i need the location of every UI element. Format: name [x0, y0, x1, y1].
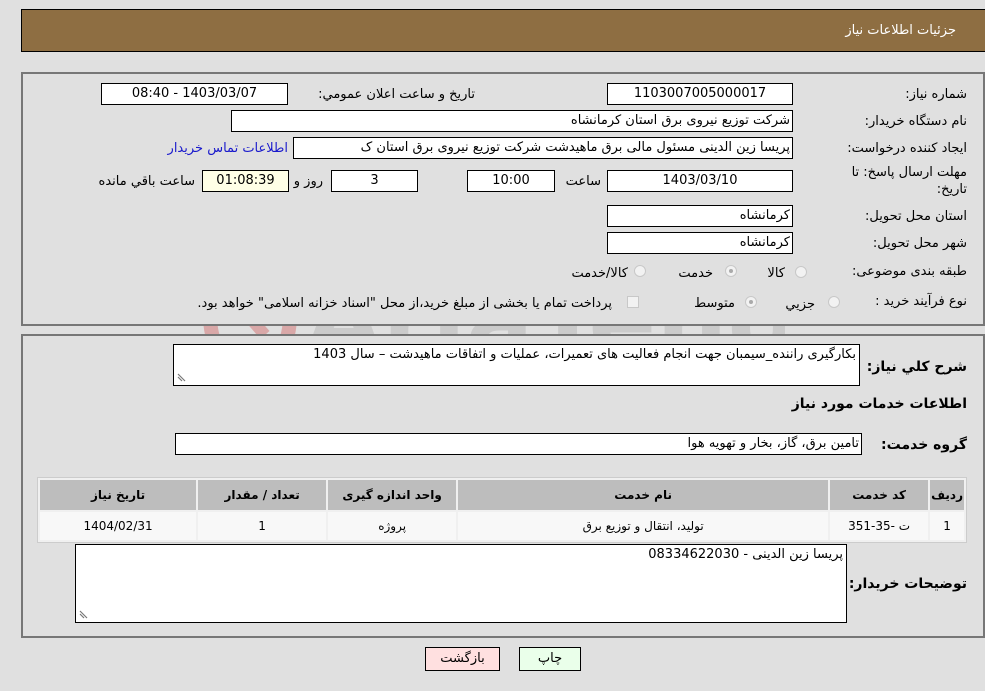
category-option-service: خدمت	[678, 266, 713, 281]
purchase-option-medium: متوسط	[694, 296, 735, 311]
remaining-time-label: ساعت باقي مانده	[98, 174, 195, 189]
province-label: استان محل تحویل:	[865, 209, 967, 224]
cell-service-name: تولید، انتقال و توزیع برق	[458, 512, 829, 540]
page-title: جزئیات اطلاعات نیاز	[845, 23, 956, 38]
purchase-radio-minor[interactable]	[828, 296, 840, 308]
page-header: جزئیات اطلاعات نیاز	[21, 9, 985, 52]
creator-label: ایجاد کننده درخواست:	[847, 141, 967, 156]
buyer-contact-link[interactable]: اطلاعات تماس خریدار	[168, 141, 288, 156]
print-button[interactable]: چاپ	[519, 647, 581, 671]
col-header-quantity: تعداد / مقدار	[198, 480, 327, 510]
cell-service-code: ت -35-351	[830, 512, 929, 540]
buyer-org-label: نام دستگاه خریدار:	[864, 114, 967, 129]
treasury-note: پرداخت تمام یا بخشی از مبلغ خرید،از محل …	[197, 296, 612, 311]
need-number-label: شماره نیاز:	[905, 87, 967, 102]
deadline-time-label: ساعت	[565, 174, 601, 189]
treasury-checkbox[interactable]	[627, 296, 639, 308]
category-radio-goods-service[interactable]	[634, 265, 646, 277]
deadline-label-line1: مهلت ارسال پاسخ: تا	[851, 165, 967, 180]
category-radio-goods[interactable]	[795, 266, 807, 278]
remaining-time-field: 01:08:39	[202, 170, 289, 192]
deadline-time-field: 10:00	[467, 170, 555, 192]
category-option-goods-service: کالا/خدمت	[571, 266, 628, 281]
resize-grip-icon[interactable]	[78, 610, 88, 620]
buyer-org-field: شرکت توزیع نیروی برق استان کرمانشاه	[231, 110, 793, 132]
announce-datetime-label: تاریخ و ساعت اعلان عمومي:	[318, 87, 475, 102]
purchase-type-label: نوع فرآیند خرید :	[875, 294, 967, 309]
cell-quantity: 1	[198, 512, 327, 540]
col-header-service-code: کد خدمت	[830, 480, 929, 510]
services-table: ردیف کد خدمت نام خدمت واحد اندازه گیری ت…	[37, 477, 967, 543]
purchase-option-minor: جزيي	[785, 297, 815, 312]
resize-grip-icon[interactable]	[176, 373, 186, 383]
back-button[interactable]: بازگشت	[425, 647, 500, 671]
description-textarea[interactable]: بکارگیری راننده_سیمبان جهت انجام فعالیت …	[173, 344, 860, 386]
province-field: کرمانشاه	[607, 205, 793, 227]
buyer-notes-textarea[interactable]: پریسا زین الدینی - 08334622030	[75, 544, 847, 623]
days-label: روز و	[293, 174, 323, 189]
buyer-notes-text: پریسا زین الدینی - 08334622030	[648, 547, 843, 562]
buyer-notes-label: توضیحات خریدار:	[848, 576, 967, 592]
category-option-goods: کالا	[767, 266, 785, 281]
need-number-field: 1103007005000017	[607, 83, 793, 105]
col-header-need-date: تاریخ نیاز	[40, 480, 197, 510]
cell-row-number: 1	[930, 512, 964, 540]
city-field: کرمانشاه	[607, 232, 793, 254]
city-label: شهر محل تحویل:	[872, 236, 967, 251]
creator-field: پریسا زین الدینی مسئول مالی برق ماهیدشت …	[293, 137, 793, 159]
deadline-label-line2: تاریخ:	[936, 182, 967, 197]
announce-datetime-field: 1403/03/07 - 08:40	[101, 83, 288, 105]
cell-unit: پروژه	[328, 512, 457, 540]
col-header-service-name: نام خدمت	[458, 480, 829, 510]
service-group-label: گروه خدمت:	[881, 437, 967, 453]
category-radio-service[interactable]	[725, 265, 737, 277]
services-section-title: اطلاعات خدمات مورد نیاز	[791, 396, 967, 412]
service-group-field: تامین برق، گاز، بخار و تهویه هوا	[175, 433, 862, 455]
description-label: شرح کلي نياز:	[866, 359, 967, 375]
table-row: 1 ت -35-351 تولید، انتقال و توزیع برق پر…	[40, 512, 964, 540]
remaining-days-field: 3	[331, 170, 418, 192]
description-text: بکارگیری راننده_سیمبان جهت انجام فعالیت …	[313, 347, 856, 362]
category-label: طبقه بندی موضوعی:	[851, 264, 967, 279]
deadline-date-field: 1403/03/10	[607, 170, 793, 192]
cell-need-date: 1404/02/31	[40, 512, 197, 540]
purchase-radio-medium[interactable]	[745, 296, 757, 308]
col-header-row-number: ردیف	[930, 480, 964, 510]
col-header-unit: واحد اندازه گیری	[328, 480, 457, 510]
table-header-row: ردیف کد خدمت نام خدمت واحد اندازه گیری ت…	[40, 480, 964, 510]
